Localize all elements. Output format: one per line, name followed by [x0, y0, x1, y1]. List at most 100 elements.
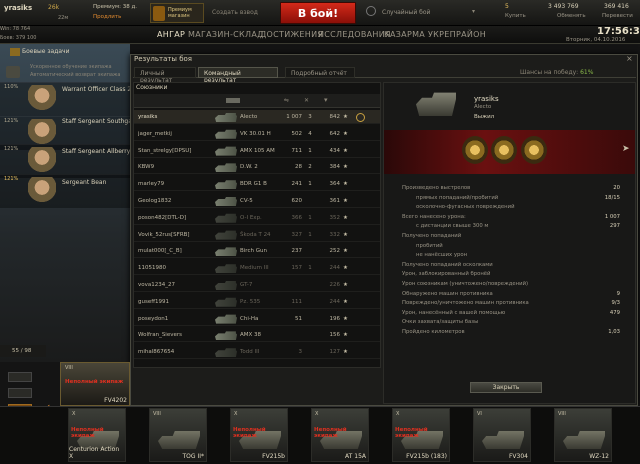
xp-column-icon[interactable]: ▾ [324, 96, 328, 104]
damage-value: 366 [291, 214, 303, 221]
tier-label: X [234, 411, 238, 417]
stat-row: Повреждено/уничтожено машин противника 9/… [402, 299, 620, 307]
tab-team[interactable]: Командный результат [198, 67, 278, 84]
carousel-tank[interactable]: X Неполный экипаж FV215b [230, 408, 288, 462]
tank-count: 55 / 98 [12, 348, 32, 354]
nav-barracks[interactable]: КАЗАРМА [384, 30, 425, 39]
table-row[interactable]: guseff1991 Pz. 535 111 244 ★ [134, 295, 380, 309]
tank-icon [215, 230, 237, 240]
battle-button[interactable]: В бой! [280, 2, 356, 24]
medal-icon[interactable] [462, 136, 488, 164]
nav-hangar[interactable]: АНГАР [157, 30, 185, 39]
table-row[interactable]: Stan_strelgy[DPSU] AMX 105 AM 711 1 434 ★ [134, 144, 380, 158]
stat-row: Урон, нанесённый с вашей помощью 479 [402, 309, 620, 317]
star-icon: ★ [343, 332, 348, 339]
tab-personal[interactable]: Личный результат [134, 67, 196, 84]
xp-value: 361 [329, 198, 341, 204]
nav-stronghold[interactable]: УКРЕПРАЙОН [428, 30, 486, 39]
crew-skill-pct: 110% [4, 84, 19, 90]
player-name: 11051980 [138, 265, 166, 272]
extend-premium-link[interactable]: Продлить [93, 14, 121, 20]
close-icon[interactable]: × [626, 54, 633, 63]
table-row[interactable]: Geolog1832 CV-5 620 361 ★ [134, 194, 380, 208]
tank-name: TOG II* [182, 453, 204, 460]
table-row[interactable]: Vovik_52rus[SFRB] Škoda T 24 327 1 332 ★ [134, 228, 380, 242]
battle-mode-select[interactable]: Случайный бой [382, 9, 430, 16]
table-row[interactable]: poseydon1 Chi-Ha 51 196 ★ [134, 312, 380, 326]
player-name: guseff1991 [138, 298, 170, 305]
table-row[interactable]: marley79 BDR G1 B 241 1 364 ★ [134, 177, 380, 192]
username[interactable]: yrasiks [4, 4, 32, 12]
missions-label[interactable]: Боевые задачи [22, 48, 70, 55]
carousel-tank[interactable]: X Неполный экипаж FV215b (183) [392, 408, 450, 462]
tank-name: Todd III [240, 349, 260, 356]
table-row[interactable]: 11051980 Medium III 157 1 244 ★ [134, 261, 380, 276]
tank-name: Chi-Ha [240, 315, 259, 322]
carousel-selected-tank[interactable]: VIII Неполный экипаж FV4202 [60, 362, 130, 406]
stat-label: прямых попаданий/пробитий [416, 194, 499, 201]
kills-value: 3 [308, 114, 312, 120]
kills-value: 1 [308, 181, 312, 188]
crew-portrait [28, 85, 56, 115]
table-row[interactable]: poson482[DTL-D] O-I Exp. 366 1 352 ★ [134, 211, 380, 225]
xp-value: 642 [329, 130, 341, 137]
damage-column-icon[interactable]: ⇋ [284, 97, 289, 104]
tank-name: Alecto [240, 114, 258, 120]
nav-research[interactable]: ИССЛЕДОВАНИЯ [318, 30, 391, 39]
tank-name: FV215b (183) [406, 453, 447, 460]
premium-shop-button[interactable]: Премиум магазин [150, 3, 204, 23]
boost-line-2: Автоматический возврат экипажа [30, 72, 121, 78]
player-name: Wolfran_Sievers [138, 332, 182, 339]
detail-tank-name: Alecto [474, 104, 492, 110]
table-row[interactable]: Wolfran_Sievers AMX 38 156 ★ [134, 328, 380, 343]
tank-name: AMX 105 AM [240, 147, 275, 154]
carousel-tank[interactable]: VIII TOG II* [149, 408, 207, 462]
carousel-tank[interactable]: X Неполный экипаж AT 15A [311, 408, 369, 462]
crew-portrait [28, 147, 56, 177]
win-chance-label: Шансы на победу: [520, 69, 579, 76]
player-marker-icon [356, 113, 365, 122]
exchange-link[interactable]: Обменять [557, 13, 586, 19]
player-name: Stan_strelgy[DPSU] [138, 147, 192, 154]
tab-detailed[interactable]: Подробный отчёт [285, 67, 355, 78]
medal-icon[interactable] [521, 136, 547, 164]
table-row[interactable]: mulat000[_C_B] Birch Gun 237 252 ★ [134, 244, 380, 259]
tank-name: D.W. 2 [240, 164, 258, 171]
star-icon: ★ [343, 298, 348, 305]
filter-button[interactable] [8, 372, 32, 382]
stat-label: Урон союзникам (уничтожено/повреждений) [402, 281, 529, 287]
table-row[interactable]: mihal867654 Todd III 3 127 ★ [134, 345, 380, 360]
star-icon: ★ [343, 248, 348, 255]
filter-button[interactable] [8, 388, 32, 398]
boost-line-1: Ускоренное обучение экипажа [30, 64, 112, 70]
create-platoon-button[interactable]: Создать взвод [212, 9, 258, 16]
tank-column-icon[interactable] [226, 98, 240, 103]
stat-row: Произведено выстрелов 20 [402, 184, 620, 192]
chevron-down-icon[interactable]: ▾ [472, 8, 475, 15]
carousel-tank[interactable]: VIII WZ-12 [554, 408, 612, 462]
player-name: marley79 [138, 181, 165, 188]
player-name: Vovik_52rus[SFRB] [138, 231, 190, 238]
kills-column-icon[interactable]: ✕ [304, 97, 309, 104]
buy-gold-link[interactable]: Купить [505, 13, 526, 19]
carousel-tank[interactable]: X Неполный экипаж Centurion Action X [68, 408, 126, 462]
player-name: KBW9 [138, 164, 155, 171]
table-row[interactable]: vova1234_27 GT-7 226 ★ [134, 278, 380, 292]
table-header: ⇋ ✕ ▾ [134, 94, 380, 108]
convert-link[interactable]: Перевести [602, 13, 633, 19]
carousel-tank[interactable]: VI FV304 [473, 408, 531, 462]
stat-line-1: Win: 78 764 [0, 26, 31, 32]
close-button[interactable]: Закрыть [470, 382, 542, 393]
damage-value: 620 [291, 198, 303, 204]
nav-shop[interactable]: МАГАЗИН-СКЛАД [188, 30, 264, 39]
table-row[interactable]: yrasiks Alecto 1 007 3 842 ★ [134, 110, 380, 124]
table-row[interactable]: KBW9 D.W. 2 28 2 384 ★ [134, 160, 380, 175]
table-row[interactable]: jager_metkij VK 30.01 H 502 4 642 ★ [134, 127, 380, 141]
tank-name: Škoda T 24 [240, 231, 271, 238]
tank-icon [215, 213, 237, 223]
nav-achievements[interactable]: ДОСТИЖЕНИЯ [260, 30, 323, 39]
tank-name: Centurion Action X [69, 446, 120, 460]
xp-value: 226 [329, 282, 341, 288]
stat-label: Повреждено/уничтожено машин противника [402, 300, 529, 307]
medal-icon[interactable] [491, 136, 517, 164]
